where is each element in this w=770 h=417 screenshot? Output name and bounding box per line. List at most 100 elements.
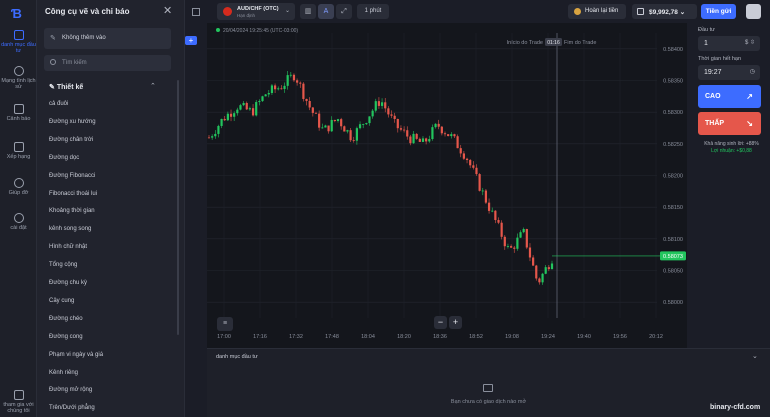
candle-body: [497, 220, 500, 223]
arrow-down-icon: ↘: [746, 119, 753, 128]
candle-body: [355, 128, 358, 141]
drawing-tools-button[interactable]: A: [318, 4, 334, 19]
candle-body: [519, 232, 522, 238]
y-tick-label: 0.58250: [663, 142, 683, 148]
rail-item-portfolio[interactable]: danh mục đầu tư: [0, 30, 37, 54]
candle-body: [437, 123, 440, 127]
chart-settings-button[interactable]: ≡: [217, 317, 233, 331]
tool-item[interactable]: Đường dọc: [49, 155, 79, 161]
candle-body: [503, 236, 506, 247]
layout-button[interactable]: ⤢: [336, 4, 352, 19]
tool-item[interactable]: Hình chữ nhật: [49, 244, 87, 250]
x-tick-label: 17:00: [217, 334, 231, 340]
tool-item[interactable]: Trên/Dưới phẳng: [49, 405, 95, 411]
x-tick-label: 19:56: [613, 334, 627, 340]
tool-item[interactable]: Đường cong: [49, 334, 83, 340]
tool-item[interactable]: Kênh riêng: [49, 370, 78, 376]
candle-body: [428, 139, 431, 142]
tool-item[interactable]: Đường xu hướng: [49, 119, 96, 125]
search-input[interactable]: Tìm kiếm: [44, 55, 171, 71]
candle-body: [443, 133, 447, 135]
y-tick-label: 0.58350: [663, 79, 683, 85]
tool-item[interactable]: Đường chu kỳ: [49, 280, 87, 286]
chart-canvas[interactable]: 0.58400 0.58350 0.58300 0.58250 0.58200 0.581…: [207, 23, 687, 348]
timer-text: 01:16: [547, 40, 560, 46]
arrow-up-icon: ↗: [746, 92, 753, 101]
rail-item-help[interactable]: Giúp đỡ: [0, 178, 37, 196]
rail-item-settings[interactable]: cài đặt: [0, 213, 37, 231]
y-tick-label: 0.58050: [663, 269, 683, 275]
rail-item-alerts[interactable]: Cảnh báo: [0, 104, 37, 122]
tool-item[interactable]: Đường chéo: [49, 316, 83, 322]
chevron-up-icon[interactable]: ⌃: [150, 82, 156, 90]
tool-item[interactable]: Cây cung: [49, 298, 74, 304]
zoom-out-button[interactable]: −: [434, 316, 447, 329]
time-label: Thời gian hết hạn: [698, 56, 742, 62]
deposit-button[interactable]: Tiền gửi: [701, 4, 736, 19]
higher-button[interactable]: CAO ↗: [698, 85, 761, 108]
search-icon: [50, 59, 56, 65]
tool-item[interactable]: Fibonacci thoái lui: [49, 191, 97, 197]
expand-icon[interactable]: [192, 8, 200, 16]
watermark: binary-cfd.com: [710, 404, 761, 411]
panel-title: Công cụ vẽ và chỉ báo: [45, 7, 130, 16]
candle-body: [506, 246, 510, 247]
rail-item-join[interactable]: tham gia với chúng tôi: [0, 390, 37, 414]
balance-display[interactable]: $9,992,78 ⌄: [632, 4, 697, 19]
x-tick-label: 20:12: [649, 334, 663, 340]
tool-item[interactable]: cả đuôi: [49, 101, 68, 107]
candle-body: [494, 210, 497, 221]
candle-body: [399, 128, 403, 130]
candle-body: [434, 123, 437, 128]
price-chart[interactable]: 0.58400 0.58350 0.58300 0.58250 0.58200 0.581…: [207, 23, 687, 348]
chart-type-button[interactable]: ▥: [300, 4, 316, 19]
open-trades-panel: danh mục đầu tư ⌄ Bạn chưa có giao dịch …: [207, 348, 770, 417]
section-design[interactable]: ✎ Thiết kế: [49, 83, 83, 91]
add-button[interactable]: +: [185, 36, 197, 45]
rail-item-history[interactable]: Mạng tình lịch sử: [0, 66, 37, 90]
candle-body: [283, 85, 286, 90]
tool-item[interactable]: kênh song song: [49, 226, 91, 232]
candle-body: [248, 108, 252, 110]
logo-icon[interactable]: Ɓ: [11, 6, 25, 21]
candle-body: [456, 136, 459, 149]
avatar[interactable]: [746, 4, 761, 19]
candle-body: [214, 133, 217, 137]
candle-body: [484, 190, 488, 203]
candle-body: [459, 148, 462, 154]
candle-body: [384, 102, 387, 109]
tool-item[interactable]: Đường Fibonacci: [49, 173, 95, 179]
open-trades-header[interactable]: danh mục đầu tư: [216, 354, 258, 360]
candle-body: [270, 85, 274, 94]
zoom-in-button[interactable]: +: [449, 316, 462, 329]
asset-selector[interactable]: AUD/CHF (OTC) Hạn định ⌄: [217, 3, 295, 20]
candle-body: [352, 140, 355, 142]
help-icon: [13, 178, 24, 188]
candle-body: [308, 100, 311, 108]
clock-icon: ◷: [749, 69, 755, 75]
chevron-down-icon[interactable]: ⌄: [752, 352, 758, 360]
lower-button[interactable]: THẤP ↘: [698, 112, 761, 135]
rail-item-ranking[interactable]: Xếp hạng: [0, 142, 37, 160]
candle-body: [513, 247, 516, 249]
tool-item[interactable]: Đường mở rộng: [49, 387, 92, 393]
trade-end-label: Fim do Trade: [564, 40, 596, 46]
candle-body: [245, 102, 248, 110]
candle-body: [453, 134, 456, 137]
candle-body: [343, 126, 346, 132]
candle-body: [447, 134, 450, 137]
time-input[interactable]: 19:27 ◷: [698, 65, 760, 80]
candle-body: [273, 85, 277, 90]
tool-item[interactable]: Tổng cộng: [49, 262, 77, 268]
refund-button[interactable]: Hoàn lại tiền: [568, 4, 626, 19]
tool-item[interactable]: Đường chân trời: [49, 137, 93, 143]
panel-scrollbar[interactable]: [177, 80, 179, 335]
candle-body: [472, 165, 475, 168]
drawing-tools-panel: Công cụ vẽ và chỉ báo ✕ ✎ Không thêm vào…: [37, 0, 197, 417]
close-icon[interactable]: ✕: [163, 4, 172, 17]
candle-body: [409, 136, 412, 144]
tool-item[interactable]: Phạm vi ngày và giá: [49, 352, 103, 358]
tool-item[interactable]: Khoảng thời gian: [49, 208, 95, 214]
timeframe-selector[interactable]: 1 phút: [357, 4, 389, 19]
amount-input[interactable]: 1 $ ⇳: [698, 36, 760, 51]
